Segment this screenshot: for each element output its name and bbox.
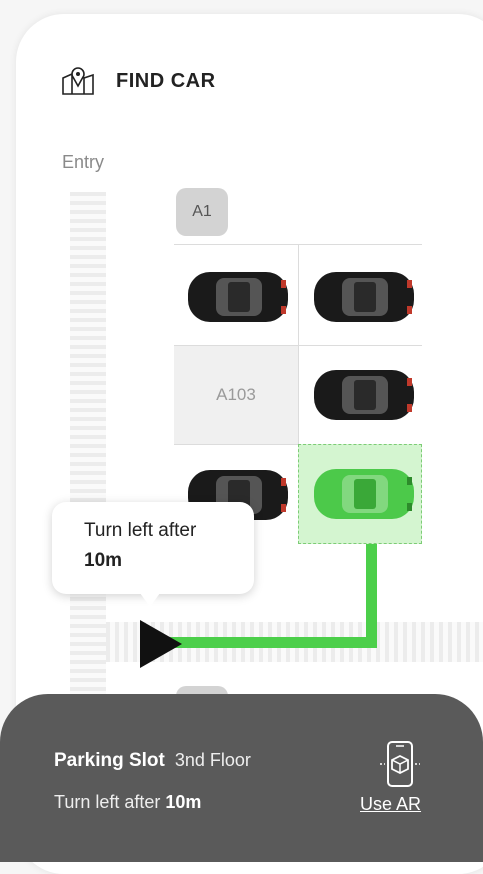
direction-tooltip: Turn left after 10m xyxy=(52,502,254,607)
page-title: FIND CAR xyxy=(116,69,216,92)
tooltip-instruction: Turn left after xyxy=(84,520,197,541)
bottom-info-panel: Parking Slot 3nd Floor Turn left after 1… xyxy=(0,694,483,862)
use-ar-link[interactable]: Use AR xyxy=(360,794,421,815)
slot-info: Parking Slot 3nd Floor xyxy=(54,750,251,772)
entry-label: Entry xyxy=(62,152,105,172)
empty-slot[interactable]: A103 xyxy=(174,346,298,444)
direction-summary: Turn left after 10m xyxy=(54,792,201,813)
direction-prefix: Turn left after xyxy=(54,792,161,812)
zone-badge-a1: A1 xyxy=(176,188,228,236)
current-location-arrow-icon xyxy=(140,620,182,668)
map-pin-icon xyxy=(62,67,94,95)
direction-distance: 10m xyxy=(165,792,202,812)
parked-car-icon xyxy=(314,370,414,420)
route-path-vertical xyxy=(366,544,377,648)
my-car-icon[interactable] xyxy=(312,465,416,523)
parked-car-icon xyxy=(314,272,414,322)
header: FIND CAR xyxy=(60,66,216,96)
empty-slot-label: A103 xyxy=(216,385,256,404)
floor-label: 3nd Floor xyxy=(174,750,251,770)
parked-car-icon xyxy=(188,272,288,322)
route-path-horizontal xyxy=(166,637,377,648)
parking-slot-label: Parking Slot xyxy=(54,750,165,771)
tooltip-distance: 10m xyxy=(84,550,123,571)
tooltip-tail xyxy=(140,593,160,607)
ar-phone-icon[interactable] xyxy=(378,740,422,788)
vertical-driving-lane xyxy=(70,192,106,712)
